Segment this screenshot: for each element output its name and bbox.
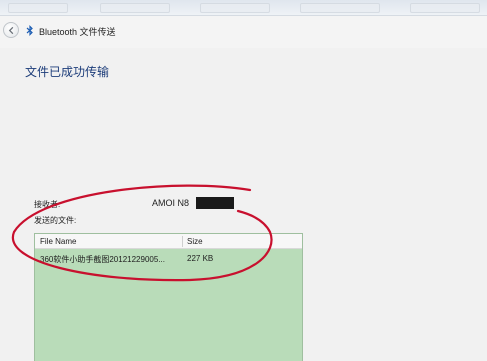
back-button[interactable]	[3, 22, 19, 38]
file-size-cell: 227 KB	[187, 254, 214, 263]
column-header-size[interactable]: Size	[187, 237, 203, 246]
page-heading: 文件已成功传输	[25, 65, 110, 79]
receiver-label: 接收者:	[34, 200, 61, 209]
taskbar-item[interactable]	[300, 3, 380, 13]
files-label: 发送的文件:	[34, 216, 77, 225]
window-title: Bluetooth 文件传送	[39, 27, 116, 37]
column-separator[interactable]	[182, 236, 183, 247]
back-arrow-icon	[8, 26, 13, 34]
taskbar-strip	[0, 0, 487, 16]
file-name-cell: 360软件小助手截图20121229005...	[40, 255, 165, 264]
taskbar-item[interactable]	[200, 3, 270, 13]
taskbar-item[interactable]	[410, 3, 480, 13]
receiver-value: AMOI N8	[152, 198, 190, 208]
taskbar-item[interactable]	[100, 3, 170, 13]
redaction-bar	[196, 197, 234, 209]
table-header: File Name Size	[35, 234, 302, 249]
column-header-file-name[interactable]: File Name	[40, 237, 76, 246]
taskbar-item[interactable]	[8, 3, 68, 13]
title-bar: Bluetooth 文件传送	[0, 16, 487, 48]
file-table: File Name Size 360软件小助手截图20121229005... …	[34, 233, 303, 361]
table-row[interactable]: 360软件小助手截图20121229005... 227 KB	[35, 253, 302, 267]
bluetooth-icon	[26, 25, 33, 36]
